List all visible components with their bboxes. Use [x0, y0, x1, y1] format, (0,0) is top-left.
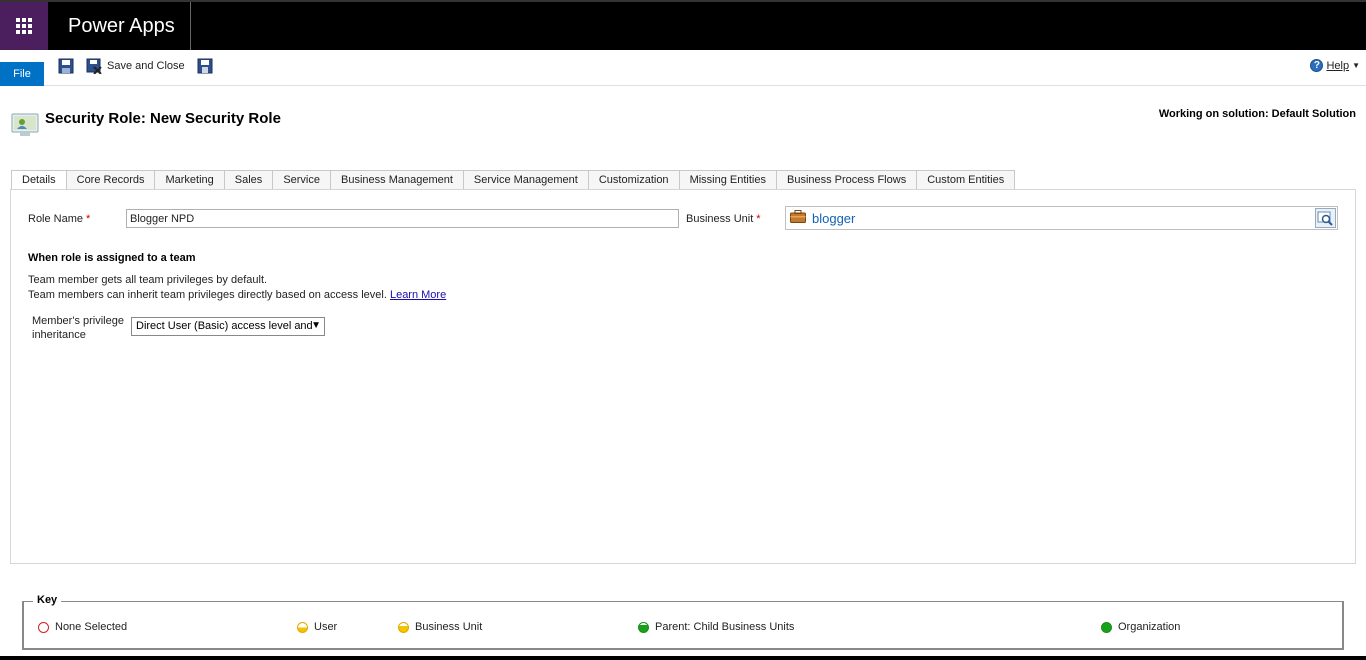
bottom-border — [0, 656, 1366, 660]
required-mark: * — [756, 213, 761, 225]
business-unit-lookup[interactable]: blogger — [785, 206, 1338, 230]
lookup-icon — [1317, 211, 1333, 226]
details-panel — [10, 189, 1356, 564]
business-unit-icon — [790, 210, 806, 223]
help-button[interactable]: ? Help ▼ — [1310, 59, 1360, 72]
chevron-down-icon: ▼ — [311, 320, 321, 331]
save-and-close-icon[interactable] — [86, 58, 102, 74]
chevron-down-icon: ▼ — [1352, 61, 1360, 70]
team-section-title: When role is assigned to a team — [28, 252, 196, 264]
waffle-icon — [16, 18, 32, 34]
role-name-label: Role Name * — [28, 213, 91, 225]
tab-service-management[interactable]: Service Management — [462, 170, 589, 190]
tab-sales[interactable]: Sales — [223, 170, 274, 190]
tab-business-management[interactable]: Business Management — [330, 170, 464, 190]
business-unit-value[interactable]: blogger — [812, 211, 855, 226]
save-icon[interactable] — [58, 58, 74, 74]
page-title: Security Role: New Security Role — [45, 110, 281, 127]
divider — [190, 2, 191, 50]
top-bar: Power Apps — [0, 0, 1366, 50]
key-user: User — [297, 621, 337, 633]
key-organization: Organization — [1101, 621, 1180, 633]
key-business-unit: Business Unit — [398, 621, 482, 633]
team-info-text: Team member gets all team privileges by … — [28, 274, 268, 286]
privilege-inheritance-label: Member's privilege inheritance — [32, 315, 124, 341]
role-name-input[interactable] — [126, 209, 679, 228]
tab-service[interactable]: Service — [272, 170, 331, 190]
key-none-selected: None Selected — [38, 621, 127, 633]
none-selected-icon — [38, 621, 49, 633]
tab-details[interactable]: Details — [11, 170, 67, 191]
app-launcher-button[interactable] — [0, 2, 48, 50]
tab-customization[interactable]: Customization — [587, 170, 680, 190]
lookup-button[interactable] — [1315, 208, 1336, 228]
security-role-icon — [11, 113, 39, 136]
required-mark: * — [86, 213, 91, 225]
save-as-icon[interactable] — [197, 58, 213, 74]
tab-custom-entities[interactable]: Custom Entities — [916, 170, 1016, 190]
parent-child-level-icon — [638, 621, 649, 633]
privilege-inheritance-select[interactable]: Direct User (Basic) access level and ▼ — [131, 317, 325, 336]
key-parent-child: Parent: Child Business Units — [638, 621, 794, 633]
tab-core-records[interactable]: Core Records — [65, 170, 156, 190]
organization-level-icon — [1101, 621, 1112, 633]
help-icon: ? — [1310, 59, 1324, 72]
user-level-icon — [297, 621, 308, 633]
business-unit-level-icon — [398, 621, 409, 633]
key-title: Key — [33, 594, 62, 606]
solution-label: Working on solution: Default Solution — [1158, 108, 1356, 120]
team-inherit-text: Team members can inherit team privileges… — [28, 289, 447, 301]
save-and-close-button[interactable]: Save and Close — [107, 60, 185, 72]
app-name[interactable]: Power Apps — [68, 15, 175, 38]
tab-business-process-flows[interactable]: Business Process Flows — [775, 170, 918, 190]
select-value: Direct User (Basic) access level and — [136, 320, 313, 332]
help-label: Help — [1326, 59, 1350, 72]
tab-missing-entities[interactable]: Missing Entities — [678, 170, 777, 190]
tab-bar: Details Core Records Marketing Sales Ser… — [11, 170, 1016, 191]
file-button[interactable]: File — [0, 62, 44, 86]
learn-more-link[interactable]: Learn More — [390, 289, 446, 301]
command-ribbon: File Save and Close ? Help ▼ — [0, 50, 1366, 86]
tab-marketing[interactable]: Marketing — [154, 170, 225, 190]
business-unit-label: Business Unit * — [686, 213, 761, 225]
